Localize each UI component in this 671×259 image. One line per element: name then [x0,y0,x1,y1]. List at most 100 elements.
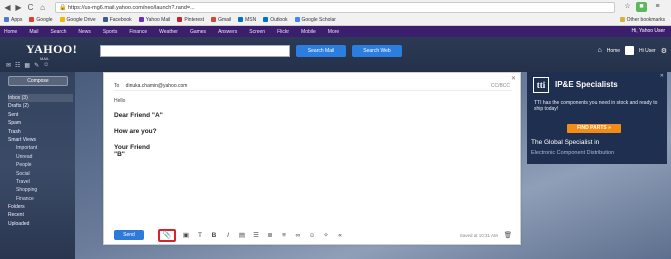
paperclip-icon: 📎 [162,232,172,239]
sidebar-item-spam[interactable]: Spam [8,119,73,127]
nav-more[interactable]: More [328,29,339,35]
font-size-icon[interactable]: T [196,232,204,239]
notepad-icon[interactable]: ✎ [34,62,39,69]
bookmark-other[interactable]: Other bookmarks [619,17,665,23]
attach-button[interactable]: 📎 [158,228,176,242]
italic-icon[interactable]: I [224,232,232,239]
nav-home[interactable]: Home [4,29,17,35]
address-bar[interactable]: 🔒 https://us-mg6.mail.yahoo.com/neo/laun… [55,2,615,13]
nav-finance[interactable]: Finance [129,29,147,35]
yahoo-logo-sub: MAIL [40,56,50,61]
sidebar-item-inbox[interactable]: Inbox (3) [8,94,73,103]
find-parts-button[interactable]: FIND PARTS » [567,124,621,133]
advertisement[interactable]: tti IP&E Specialists ✕ TTI has the compo… [527,72,667,164]
body-line: "B" [114,151,125,158]
to-field[interactable]: To dinuka.chamin@yahoo.com CC/BCC [114,81,512,91]
sidebar-item-travel[interactable]: Travel [8,178,73,186]
reload-icon[interactable]: C [26,3,35,12]
sidebar-item-social[interactable]: Social [8,170,73,178]
bookmark-yahoo-mail[interactable]: Yahoo Mail [138,17,170,23]
bookmark-google-scholar[interactable]: Google Scholar [294,17,336,23]
contacts-icon[interactable]: ☷ [15,62,20,69]
sidebar: Compose Inbox (3) Drafts (2) Sent Spam T… [0,72,75,259]
home-icon[interactable]: ⌂ [597,47,601,54]
link-icon[interactable]: ∞ [294,232,302,239]
nav-mobile[interactable]: Mobile [301,29,316,35]
bookmark-pinterest[interactable]: Pinterest [177,17,204,23]
nav-news[interactable]: News [78,29,91,35]
bookmark-google[interactable]: Google [29,17,53,23]
message-body[interactable]: Dear Friend "A" How are you? Your Friend… [114,112,163,158]
calendar-icon[interactable]: ▦ [24,62,30,69]
sidebar-item-folders[interactable]: Folders [8,203,73,211]
sidebar-item-uploaded[interactable]: Uploaded [8,220,73,228]
sidebar-item-shopping[interactable]: Shopping [8,186,73,194]
compose-button[interactable]: Compose [8,76,68,86]
emoji-icon[interactable]: ☺ [308,232,316,239]
extension-icon[interactable]: ■ [636,2,647,12]
body-line: Your Friend [114,144,150,151]
sidebar-item-recent[interactable]: Recent [8,211,73,219]
bookmark-apps[interactable]: Apps [4,17,22,23]
yahoo-logo[interactable]: YAHOO! [26,42,77,57]
ad-tagline-sub: Electronic Component Distribution [531,150,615,156]
bookmark-favicon-icon [238,17,244,22]
sidebar-item-drafts[interactable]: Drafts (2) [8,102,73,110]
trash-icon[interactable]: 🗑 [504,231,512,239]
nav-games[interactable]: Games [190,29,206,35]
gear-icon[interactable]: ⚙ [661,47,667,55]
bookmark-favicon-icon [4,17,9,22]
bookmark-gmail[interactable]: Gmail [211,17,231,23]
home-link[interactable]: Home [607,48,620,54]
ad-title: IP&E Specialists [555,80,618,89]
bookmark-msn[interactable]: MSN [238,17,256,23]
bookmark-favicon-icon [29,17,35,22]
numbered-list-icon[interactable]: ≣ [266,231,274,239]
sidebar-item-unread[interactable]: Unread [8,153,73,161]
search-mail-button[interactable]: Search Mail [296,45,346,57]
align-icon[interactable]: ≡ [280,232,288,239]
bookmark-facebook[interactable]: Facebook [102,17,132,23]
nav-answers[interactable]: Answers [218,29,237,35]
bullet-list-icon[interactable]: ☰ [252,231,260,239]
bookmark-outlook[interactable]: Outlook [263,17,288,23]
sidebar-item-sent[interactable]: Sent [8,111,73,119]
nav-search[interactable]: Search [51,29,67,35]
color-icon[interactable]: ▤ [238,231,246,239]
subject-field[interactable]: Hello [114,98,125,104]
nav-mail[interactable]: Mail [29,29,38,35]
search-web-button[interactable]: Search Web [352,45,402,57]
ad-tagline: The Global Specialist in [531,139,600,146]
sidebar-item-smart-views[interactable]: Smart Views [8,136,73,144]
collapse-icon[interactable]: « [336,232,344,239]
forward-icon[interactable]: ▶ [14,3,23,12]
home-icon[interactable]: ⌂ [38,3,47,12]
cc-bcc-link[interactable]: CC/BCC [491,81,510,91]
bookmark-google-drive[interactable]: Google Drive [59,17,96,23]
mail-icon[interactable]: ✉ [6,62,11,69]
nav-screen[interactable]: Screen [249,29,265,35]
nav-user[interactable]: Hi, Yahoo User [632,28,665,34]
messenger-icon[interactable]: ☺ [43,62,49,69]
sidebar-item-people[interactable]: People [8,161,73,169]
sidebar-item-trash[interactable]: Trash [8,128,73,136]
nav-sports[interactable]: Sports [103,29,117,35]
ad-close-icon[interactable]: ✕ [660,73,664,79]
image-icon[interactable]: ▣ [182,231,190,239]
search-input[interactable] [100,45,290,57]
back-icon[interactable]: ◀ [3,3,12,12]
star-icon[interactable]: ☆ [622,2,633,12]
bookmark-favicon-icon [263,17,269,22]
sidebar-item-finance[interactable]: Finance [8,195,73,203]
avatar[interactable] [625,46,635,55]
nav-weather[interactable]: Weather [159,29,178,35]
stationery-icon[interactable]: ✧ [322,231,330,239]
nav-flickr[interactable]: Flickr [277,29,289,35]
bookmark-favicon-icon [211,17,217,22]
bold-icon[interactable]: B [210,232,218,239]
menu-icon[interactable]: ≡ [652,2,663,12]
compose-toolbar: Send 📎 ▣ T B I ▤ ☰ ≣ ≡ ∞ ☺ ✧ « Saved at … [114,228,512,242]
send-button[interactable]: Send [114,230,144,240]
sidebar-item-important[interactable]: Important [8,144,73,152]
user-name[interactable]: Hi User [639,48,656,54]
